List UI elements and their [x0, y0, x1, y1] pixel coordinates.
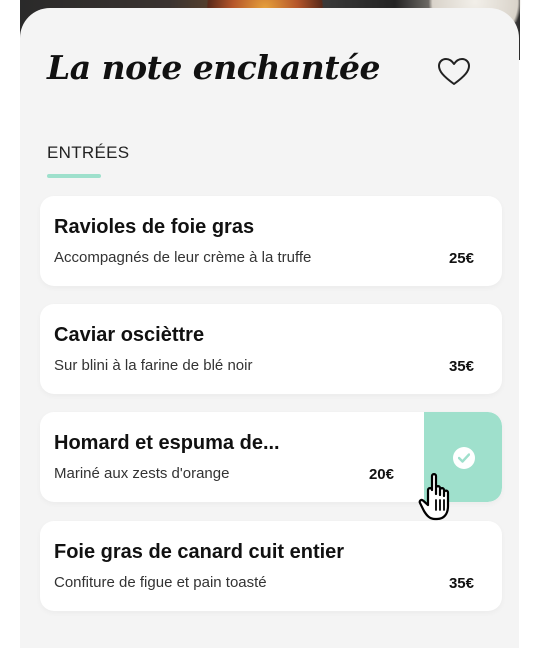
- menu-item-price: 20€: [368, 466, 394, 483]
- menu-item-description: Mariné aux zests d'orange: [54, 465, 230, 482]
- menu-item-name: Ravioles de foie gras: [54, 216, 255, 238]
- check-circle-icon: [453, 447, 475, 469]
- heart-icon[interactable]: [437, 57, 471, 87]
- app-screen: La note enchantée ENTRÉES Ravioles de fo…: [0, 0, 550, 648]
- restaurant-title: La note enchantée: [47, 48, 381, 87]
- menu-item-price: 25€: [448, 250, 474, 267]
- menu-item-name: Foie gras de canard cuit entier: [54, 541, 345, 563]
- section-title-entrees: ENTRÉES: [47, 143, 130, 162]
- menu-item-description: Accompagnés de leur crème à la truffe: [54, 249, 312, 266]
- menu-item[interactable]: Caviar oscièttre Sur blini à la farine d…: [40, 304, 502, 394]
- hand-pointer-icon: [418, 470, 464, 526]
- menu-item-name: Caviar oscièttre: [54, 324, 205, 346]
- menu-item-name: Homard et espuma de...: [54, 432, 280, 454]
- menu-item[interactable]: Ravioles de foie gras Accompagnés de leu…: [40, 196, 502, 286]
- menu-item-price: 35€: [448, 358, 474, 375]
- menu-item-price: 35€: [448, 575, 474, 592]
- menu-item[interactable]: Foie gras de canard cuit entier Confitur…: [40, 521, 502, 611]
- section-underline: [47, 174, 101, 178]
- menu-item-description: Confiture de figue et pain toasté: [54, 574, 267, 591]
- menu-item-description: Sur blini à la farine de blé noir: [54, 357, 253, 374]
